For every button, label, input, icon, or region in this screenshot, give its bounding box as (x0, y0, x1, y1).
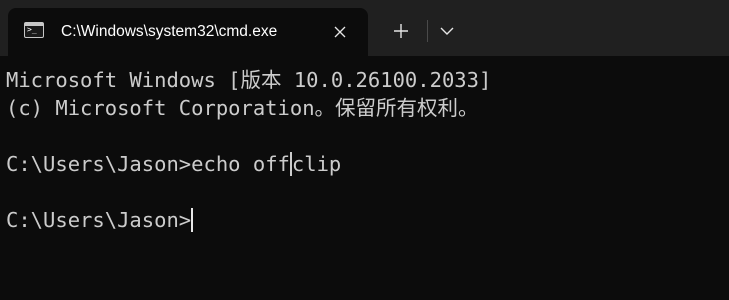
new-tab-button[interactable] (385, 15, 417, 47)
cmd-terminal-icon: >_ (24, 22, 44, 38)
prompt-text: C:\Users\Jason> (6, 152, 192, 176)
command-text: echo off (191, 152, 290, 176)
header-line-copyright: (c) Microsoft Corporation。保留所有权利。 (6, 96, 479, 120)
terminal-output[interactable]: Microsoft Windows [版本 10.0.26100.2033] (… (0, 56, 729, 300)
command-text: clip (291, 152, 342, 176)
tab-divider (427, 20, 428, 42)
tab-close-button[interactable] (326, 18, 354, 46)
tab-dropdown-button[interactable] (432, 15, 462, 47)
tab-title-fade (290, 18, 316, 46)
header-line-version: Microsoft Windows [版本 10.0.26100.2033] (6, 68, 492, 92)
close-icon (334, 26, 346, 38)
tab-cmd[interactable]: >_ C:\Windows\system32\cmd.exe (8, 8, 368, 56)
terminal-window: >_ C:\Windows\system32\cmd.exe Microsoft… (0, 0, 729, 300)
tab-title: C:\Windows\system32\cmd.exe (61, 23, 278, 40)
text-cursor (191, 208, 194, 232)
prompt-text: C:\Users\Jason> (6, 208, 192, 232)
tab-strip: >_ C:\Windows\system32\cmd.exe (0, 0, 729, 56)
command-line-1: C:\Users\Jason>echo offclip (6, 150, 341, 178)
chevron-down-icon (440, 27, 454, 35)
plus-icon (394, 24, 408, 38)
command-line-2[interactable]: C:\Users\Jason> (6, 206, 194, 234)
